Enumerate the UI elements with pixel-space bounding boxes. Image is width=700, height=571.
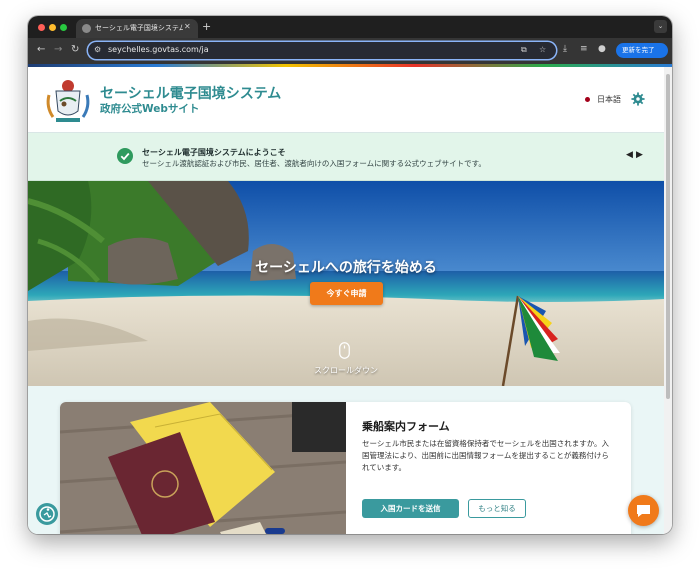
browser-window: セーシェル電子国境システム – 政 ✕ + ⌄ ← → ↻ ⚙ seychell… bbox=[28, 16, 672, 534]
browser-tab[interactable]: セーシェル電子国境システム – 政 ✕ bbox=[76, 19, 198, 38]
address-bar[interactable]: ⚙ seychelles.govtas.com/ja ⧉ ☆ bbox=[88, 42, 556, 59]
card-description: セーシェル市民または在留資格保持者でセーシェルを出国されますか。入国管理法により… bbox=[362, 439, 610, 472]
chat-bubble-icon bbox=[637, 505, 650, 517]
banner-next-icon[interactable]: ▶ bbox=[636, 150, 643, 160]
chat-button[interactable] bbox=[628, 495, 659, 526]
seychelles-coat-of-arms-icon bbox=[46, 80, 90, 122]
update-button[interactable]: 更新を完了 bbox=[616, 43, 668, 58]
profile-avatar-icon[interactable]: ● bbox=[598, 44, 606, 54]
scroll-mouse-icon[interactable] bbox=[339, 342, 350, 359]
translate-icon[interactable]: ⧉ bbox=[521, 45, 527, 55]
scrollbar-thumb[interactable] bbox=[666, 74, 670, 399]
tab-search-icon[interactable]: ⌄ bbox=[654, 20, 667, 33]
passport-documents-image bbox=[60, 402, 346, 534]
bookmark-star-icon[interactable]: ☆ bbox=[539, 45, 546, 54]
download-icon[interactable]: ⤓ bbox=[563, 44, 567, 54]
boarding-form-card: 乗船案内フォーム セーシェル市民または在留資格保持者でセーシェルを出国されますか… bbox=[60, 402, 631, 534]
hero-title: セーシェルへの旅行を始める bbox=[255, 260, 437, 276]
maximize-window-button[interactable] bbox=[60, 24, 67, 31]
site-subtitle: 政府公式Webサイト bbox=[100, 103, 200, 115]
banner-title: セーシェル電子国境システムにようこそ bbox=[142, 148, 286, 157]
site-title[interactable]: セーシェル電子国境システム bbox=[100, 83, 281, 103]
url-text: seychelles.govtas.com/ja bbox=[108, 45, 209, 54]
new-tab-icon[interactable]: + bbox=[202, 20, 211, 33]
welcome-banner: セーシェル電子国境システムにようこそ セーシェル渡航認証および市民、居住者、渡航… bbox=[28, 133, 664, 181]
close-window-button[interactable] bbox=[38, 24, 45, 31]
accessibility-button[interactable] bbox=[36, 503, 58, 525]
tab-strip: セーシェル電子国境システム – 政 ✕ + ⌄ bbox=[28, 16, 672, 38]
tab-title: セーシェル電子国境システム – 政 bbox=[95, 24, 183, 32]
banner-text: セーシェル渡航認証および市民、居住者、渡航者向けの入国フォームに関する公式ウェブ… bbox=[142, 159, 486, 168]
reading-list-icon[interactable]: ≡ bbox=[580, 44, 588, 54]
back-icon[interactable]: ← bbox=[37, 44, 45, 55]
web-page: セーシェル電子国境システム 政府公式Webサイト 日本語 セーシェル電子国境シス… bbox=[28, 67, 664, 534]
browser-toolbar: ← → ↻ ⚙ seychelles.govtas.com/ja ⧉ ☆ ⤓ ≡… bbox=[28, 38, 672, 64]
accessibility-icon bbox=[39, 506, 55, 522]
language-selector[interactable]: 日本語 bbox=[597, 94, 621, 105]
site-info-icon[interactable]: ⚙ bbox=[94, 45, 101, 54]
close-tab-icon[interactable]: ✕ bbox=[184, 22, 191, 31]
forward-icon[interactable]: → bbox=[54, 44, 62, 55]
submit-entry-card-button[interactable]: 入国カードを送信 bbox=[362, 499, 459, 518]
learn-more-button[interactable]: もっと知る bbox=[468, 499, 526, 518]
card-title: 乗船案内フォーム bbox=[362, 420, 450, 433]
settings-gear-icon[interactable] bbox=[631, 92, 645, 106]
banner-prev-icon[interactable]: ◀ bbox=[626, 150, 633, 160]
minimize-window-button[interactable] bbox=[49, 24, 56, 31]
site-favicon-icon bbox=[82, 24, 91, 33]
hero-section: セーシェルへの旅行を始める 今すぐ申請 スクロールダウン bbox=[28, 181, 664, 386]
check-circle-icon bbox=[117, 148, 133, 164]
reload-icon[interactable]: ↻ bbox=[71, 44, 79, 55]
apply-now-button[interactable]: 今すぐ申請 bbox=[310, 282, 383, 305]
site-header: セーシェル電子国境システム 政府公式Webサイト 日本語 bbox=[28, 67, 664, 133]
scroll-down-label[interactable]: スクロールダウン bbox=[28, 365, 664, 376]
japan-flag-icon[interactable] bbox=[585, 97, 590, 102]
